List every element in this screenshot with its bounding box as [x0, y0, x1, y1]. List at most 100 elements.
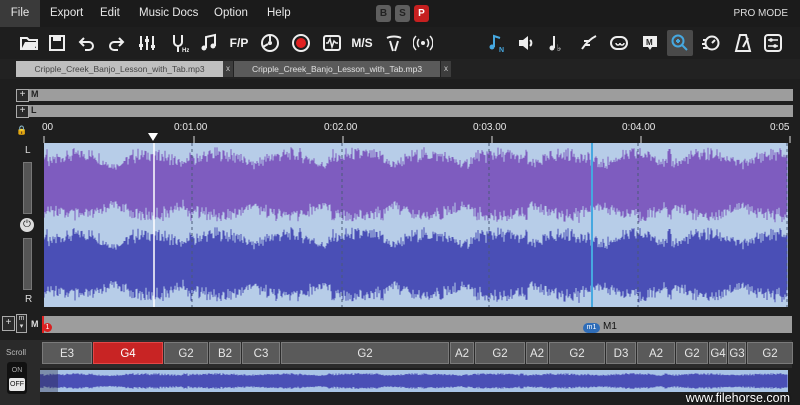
toolbar: Hz F/P M/S N ♭ M: [0, 27, 800, 59]
menu-export[interactable]: Export: [50, 0, 83, 27]
scroll-label: Scroll: [6, 348, 27, 357]
pro-mode-label: PRO MODE: [733, 8, 788, 19]
svg-text:N: N: [499, 47, 504, 53]
equalizer-icon[interactable]: [134, 30, 160, 56]
note-flat-icon[interactable]: ♭: [543, 30, 569, 56]
channel-left-label: L: [25, 145, 31, 156]
waveform-graphic: [44, 143, 788, 307]
waveform-box-icon[interactable]: [319, 30, 345, 56]
marker-m1-label: M1: [603, 321, 617, 332]
lane-label: M: [31, 89, 39, 99]
music-notes-icon[interactable]: [196, 30, 222, 56]
tab-file-2[interactable]: Cripple_Creek_Banjo_Lesson_with_Tab.mp3: [234, 61, 440, 77]
scroll-panel: Scroll ON OFF: [0, 340, 40, 405]
lane-label: M: [31, 319, 39, 329]
tuning-fork-hz-icon[interactable]: Hz: [166, 30, 192, 56]
mode-p-button[interactable]: P: [414, 5, 429, 22]
add-lane-button[interactable]: +: [16, 89, 29, 102]
marker-toggle-button[interactable]: m ▾: [16, 314, 27, 333]
ruler-tick: 00: [42, 122, 54, 133]
chord-block[interactable]: G4: [93, 342, 163, 364]
scroll-toggle[interactable]: ON OFF: [7, 362, 27, 394]
menu-edit[interactable]: Edit: [100, 0, 120, 27]
zoom-icon[interactable]: [667, 30, 693, 56]
save-icon[interactable]: [44, 30, 70, 56]
ruler-tick: 0:01.00: [174, 122, 208, 133]
record-icon[interactable]: [288, 30, 314, 56]
chord-block[interactable]: G2: [164, 342, 208, 364]
waveform-view[interactable]: [44, 143, 788, 307]
filter-icon[interactable]: [381, 30, 407, 56]
link-channels-icon[interactable]: ⏻: [20, 218, 34, 232]
overview-viewport[interactable]: [40, 370, 58, 392]
marker-m1-badge[interactable]: m1: [583, 323, 600, 333]
marker-lane-l[interactable]: [29, 105, 793, 117]
tab-close-icon[interactable]: x: [441, 61, 451, 77]
open-folder-icon[interactable]: [16, 30, 42, 56]
chord-block[interactable]: B2: [209, 342, 241, 364]
mixer-settings-icon[interactable]: [760, 30, 786, 56]
chord-block[interactable]: G4: [709, 342, 727, 364]
broadcast-icon[interactable]: [410, 30, 436, 56]
overview-graphic: [40, 370, 788, 392]
svg-text:♭: ♭: [557, 44, 561, 53]
ruler-tick: 0:03.00: [473, 122, 507, 133]
channel-right-label: R: [25, 294, 33, 305]
undo-icon[interactable]: [74, 30, 100, 56]
marker-lane-m[interactable]: [29, 89, 793, 101]
metronome-icon[interactable]: [730, 30, 756, 56]
menu-bar: File Export Edit Music Docs Option Help …: [0, 0, 800, 27]
playhead-marker-icon[interactable]: [148, 133, 158, 141]
speaker-icon[interactable]: [513, 30, 539, 56]
chord-block[interactable]: A2: [526, 342, 548, 364]
redo-icon[interactable]: [103, 30, 129, 56]
tab-file-1[interactable]: Cripple_Creek_Banjo_Lesson_with_Tab.mp3: [16, 61, 223, 77]
scroll-off-label: OFF: [9, 378, 25, 391]
menu-option[interactable]: Option: [214, 0, 248, 27]
speed-icon[interactable]: [698, 30, 724, 56]
menu-music-docs[interactable]: Music Docs: [139, 0, 198, 27]
lock-icon[interactable]: 🔒: [16, 125, 27, 136]
time-ruler[interactable]: 00 0:01.00 0:02.00 0:03.00 0:04.00 0:05: [42, 119, 792, 143]
color-disc-icon[interactable]: [257, 30, 283, 56]
overview-waveform[interactable]: [40, 370, 788, 392]
chord-block[interactable]: G2: [676, 342, 708, 364]
chord-block[interactable]: G2: [549, 342, 605, 364]
chord-block[interactable]: A2: [450, 342, 474, 364]
ruler-tick: 0:02.00: [324, 122, 358, 133]
add-lane-button[interactable]: +: [16, 105, 29, 118]
mode-b-button[interactable]: B: [376, 5, 391, 22]
marker-lane-bottom[interactable]: 1 m1 M1: [42, 316, 792, 333]
right-level-meter[interactable]: [23, 238, 32, 290]
marker-toggle-label: m: [18, 315, 25, 322]
start-marker[interactable]: 1: [43, 323, 52, 332]
tab-bar: Cripple_Creek_Banjo_Lesson_with_Tab.mp3 …: [0, 59, 800, 79]
chord-block[interactable]: G2: [747, 342, 793, 364]
loop-icon[interactable]: [606, 30, 632, 56]
chord-strip: E3 G4 G2 B2 C3 G2 A2 G2 A2 G2 D3 A2 G2 G4 G3 G2: [40, 340, 793, 368]
left-level-meter[interactable]: [23, 162, 32, 214]
add-marker-button[interactable]: +: [2, 316, 15, 331]
fp-button[interactable]: F/P: [226, 30, 252, 56]
chord-block[interactable]: E3: [42, 342, 92, 364]
chord-block[interactable]: G2: [281, 342, 449, 364]
note-n-icon[interactable]: N: [484, 30, 510, 56]
menu-file[interactable]: File: [0, 0, 40, 27]
svg-text:M: M: [646, 38, 653, 47]
chord-block[interactable]: G2: [475, 342, 525, 364]
chord-block[interactable]: G3: [728, 342, 746, 364]
tempo-brush-icon[interactable]: [576, 30, 602, 56]
chord-block[interactable]: D3: [606, 342, 636, 364]
ruler-tick: 0:04.00: [622, 122, 656, 133]
lane-label: L: [31, 105, 37, 115]
watermark-text: www.filehorse.com: [685, 391, 790, 405]
marker-m-icon[interactable]: M: [637, 30, 663, 56]
chord-block[interactable]: C3: [242, 342, 280, 364]
ms-button[interactable]: M/S: [349, 30, 375, 56]
tab-close-icon[interactable]: x: [223, 61, 233, 77]
chord-block[interactable]: A2: [637, 342, 675, 364]
mode-s-button[interactable]: S: [395, 5, 410, 22]
ruler-tick: 0:05: [770, 122, 790, 133]
menu-help[interactable]: Help: [267, 0, 291, 27]
waveform-channel: [44, 147, 788, 223]
